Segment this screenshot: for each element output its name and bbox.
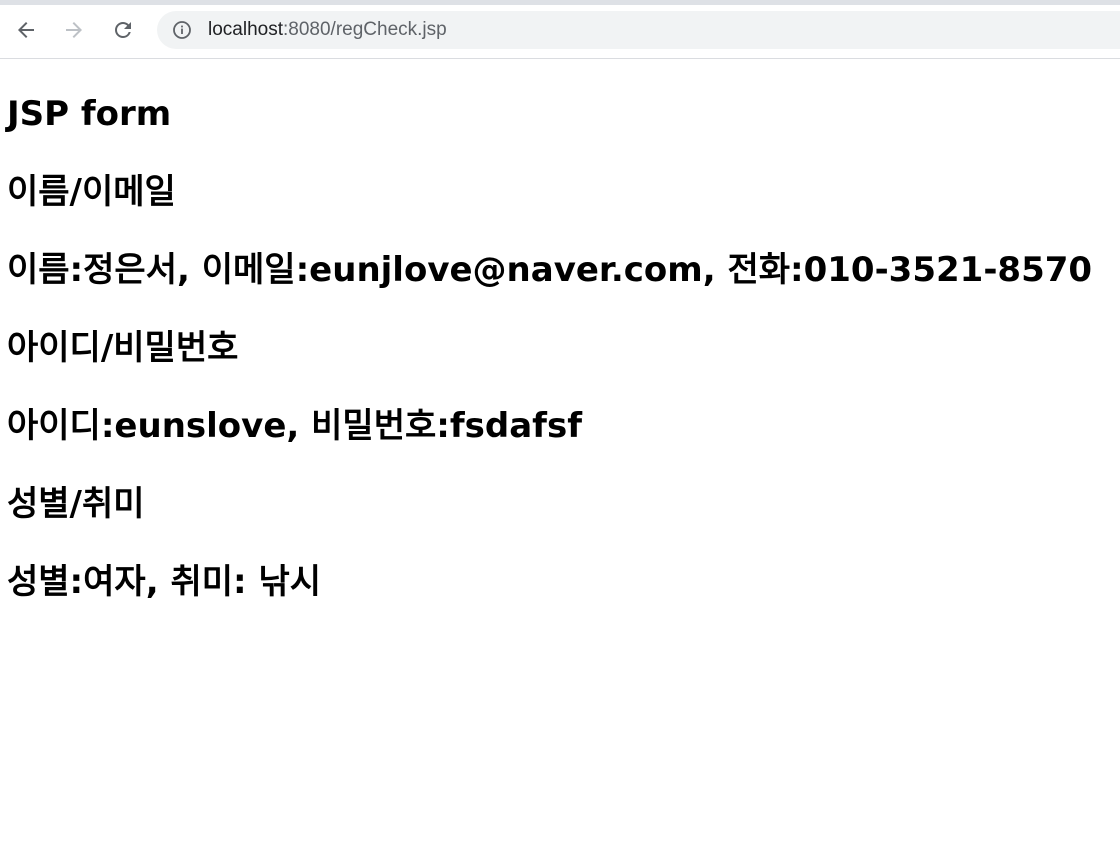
back-arrow-icon xyxy=(18,22,34,38)
section-heading-name-email: 이름/이메일 xyxy=(7,172,176,212)
browser-toolbar: localhost:8080/regCheck.jsp xyxy=(0,0,1120,59)
page-title: JSP form xyxy=(7,94,172,134)
section-detail-name-email: 이름:정은서, 이메일:eunjlove@naver.com, 전화:010-3… xyxy=(7,250,1093,290)
forward-button[interactable] xyxy=(56,12,92,48)
section-detail-gender-hobby: 성별:여자, 취미: 낚시 xyxy=(7,562,322,602)
info-icon[interactable] xyxy=(172,20,192,40)
back-button[interactable] xyxy=(8,12,44,48)
forward-arrow-icon xyxy=(66,22,82,38)
section-detail-id-password: 아이디:eunslove, 비밀번호:fsdafsf xyxy=(7,406,582,446)
section-heading-id-password: 아이디/비밀번호 xyxy=(7,328,239,368)
reload-icon xyxy=(115,22,131,38)
url-host: localhost xyxy=(208,19,283,40)
url-path: :8080/regCheck.jsp xyxy=(283,19,447,40)
address-bar[interactable]: localhost:8080/regCheck.jsp xyxy=(157,11,1120,49)
section-heading-gender-hobby: 성별/취미 xyxy=(7,484,145,524)
tab-strip xyxy=(0,0,1120,5)
url-text[interactable]: localhost:8080/regCheck.jsp xyxy=(208,19,447,41)
reload-button[interactable] xyxy=(105,12,141,48)
